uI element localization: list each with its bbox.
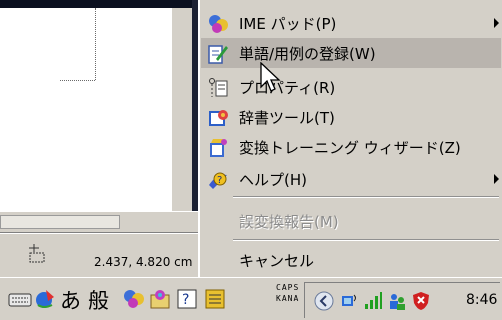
vertical-scrollbar[interactable] <box>172 8 192 211</box>
cursor-coordinates: 2.437, 4.820 cm <box>94 255 193 269</box>
help-icon: ? <box>209 172 227 189</box>
mouse-pointer-icon <box>260 62 281 92</box>
menu-item-label: 辞書ツール(T) <box>239 109 335 127</box>
menu-item-label: IME パッド(P) <box>239 15 337 33</box>
status-bar: 2.437, 4.820 cm <box>0 233 214 278</box>
system-tray: 8:46 <box>304 282 500 318</box>
ime-conversion-mode[interactable]: 般 <box>88 285 109 315</box>
network-icon[interactable] <box>339 291 359 311</box>
horizontal-scrollbar[interactable] <box>0 211 198 233</box>
signal-strength-icon[interactable] <box>363 291 383 311</box>
menu-item-report-misconversion[interactable]: 誤変換報告(M) <box>201 206 501 236</box>
show-hidden-icons-button[interactable] <box>313 290 335 312</box>
caps-label: CAPS <box>276 283 300 292</box>
ime-pad-icon[interactable] <box>122 287 146 311</box>
svg-text:?: ? <box>217 175 222 186</box>
menu-item-label: キャンセル <box>239 252 315 270</box>
menu-item-properties[interactable]: プロパティ(R) <box>201 72 501 102</box>
menu-item-label: ヘルプ(H) <box>239 171 307 189</box>
ime-pad-icon <box>209 15 228 33</box>
menu-item-word-register[interactable]: 単語/用例の登録(W) <box>201 38 501 68</box>
kana-label: KANA <box>276 294 300 303</box>
menu-item-ime-pad[interactable]: IME パッド(P) <box>201 8 501 38</box>
help-icon[interactable]: ? <box>176 287 198 311</box>
document-canvas[interactable] <box>0 8 172 211</box>
menu-separator <box>233 196 499 198</box>
horizontal-scroll-thumb[interactable] <box>0 215 120 229</box>
menu-item-cancel[interactable]: キャンセル <box>201 245 501 275</box>
ime-context-menu: IME パッド(P) 単語/用例の登録(W) プロパティ(R) 辞書ツール(T)… <box>198 0 502 280</box>
security-shield-icon[interactable] <box>411 291 431 311</box>
users-icon[interactable] <box>387 291 407 311</box>
menu-item-label: 変換トレーニング ウィザード(Z) <box>239 139 461 157</box>
training-wizard-icon <box>210 139 227 157</box>
dictionary-tool-icon <box>209 110 228 126</box>
menu-item-label: 単語/用例の登録(W) <box>239 45 376 63</box>
guide-line-vertical <box>95 8 96 80</box>
menu-item-help[interactable]: ? ヘルプ(H) <box>201 164 501 194</box>
menu-item-training-wizard[interactable]: 変換トレーニング ウィザード(Z) <box>201 132 501 162</box>
menu-separator <box>233 239 499 241</box>
ime-menu-icon[interactable] <box>204 287 226 311</box>
dictionary-tool-icon[interactable] <box>148 287 172 311</box>
ime-language-icon[interactable] <box>34 287 58 311</box>
position-icon <box>29 244 45 263</box>
word-register-icon <box>208 45 228 64</box>
keyboard-icon[interactable] <box>8 287 32 311</box>
guide-line-horizontal <box>60 80 95 81</box>
window-top-strip <box>0 0 192 8</box>
svg-text:?: ? <box>182 292 189 308</box>
menu-item-dictionary-tool[interactable]: 辞書ツール(T) <box>201 102 501 132</box>
submenu-arrow-icon <box>494 174 499 184</box>
menu-item-label: 誤変換報告(M) <box>239 213 339 231</box>
caps-kana-indicator[interactable]: CAPS KANA <box>276 282 299 304</box>
taskbar: あ 般 ? CAPS KANA 8:46 <box>0 277 502 320</box>
properties-icon <box>209 78 228 97</box>
menu-item-label: プロパティ(R) <box>239 79 336 97</box>
taskbar-clock[interactable]: 8:46 <box>466 292 497 308</box>
ime-input-mode[interactable]: あ <box>60 285 81 315</box>
screen: 2.437, 4.820 cm IME パッド(P) 単語/用例の登録(W) プ… <box>0 0 502 320</box>
submenu-arrow-icon <box>494 18 499 28</box>
